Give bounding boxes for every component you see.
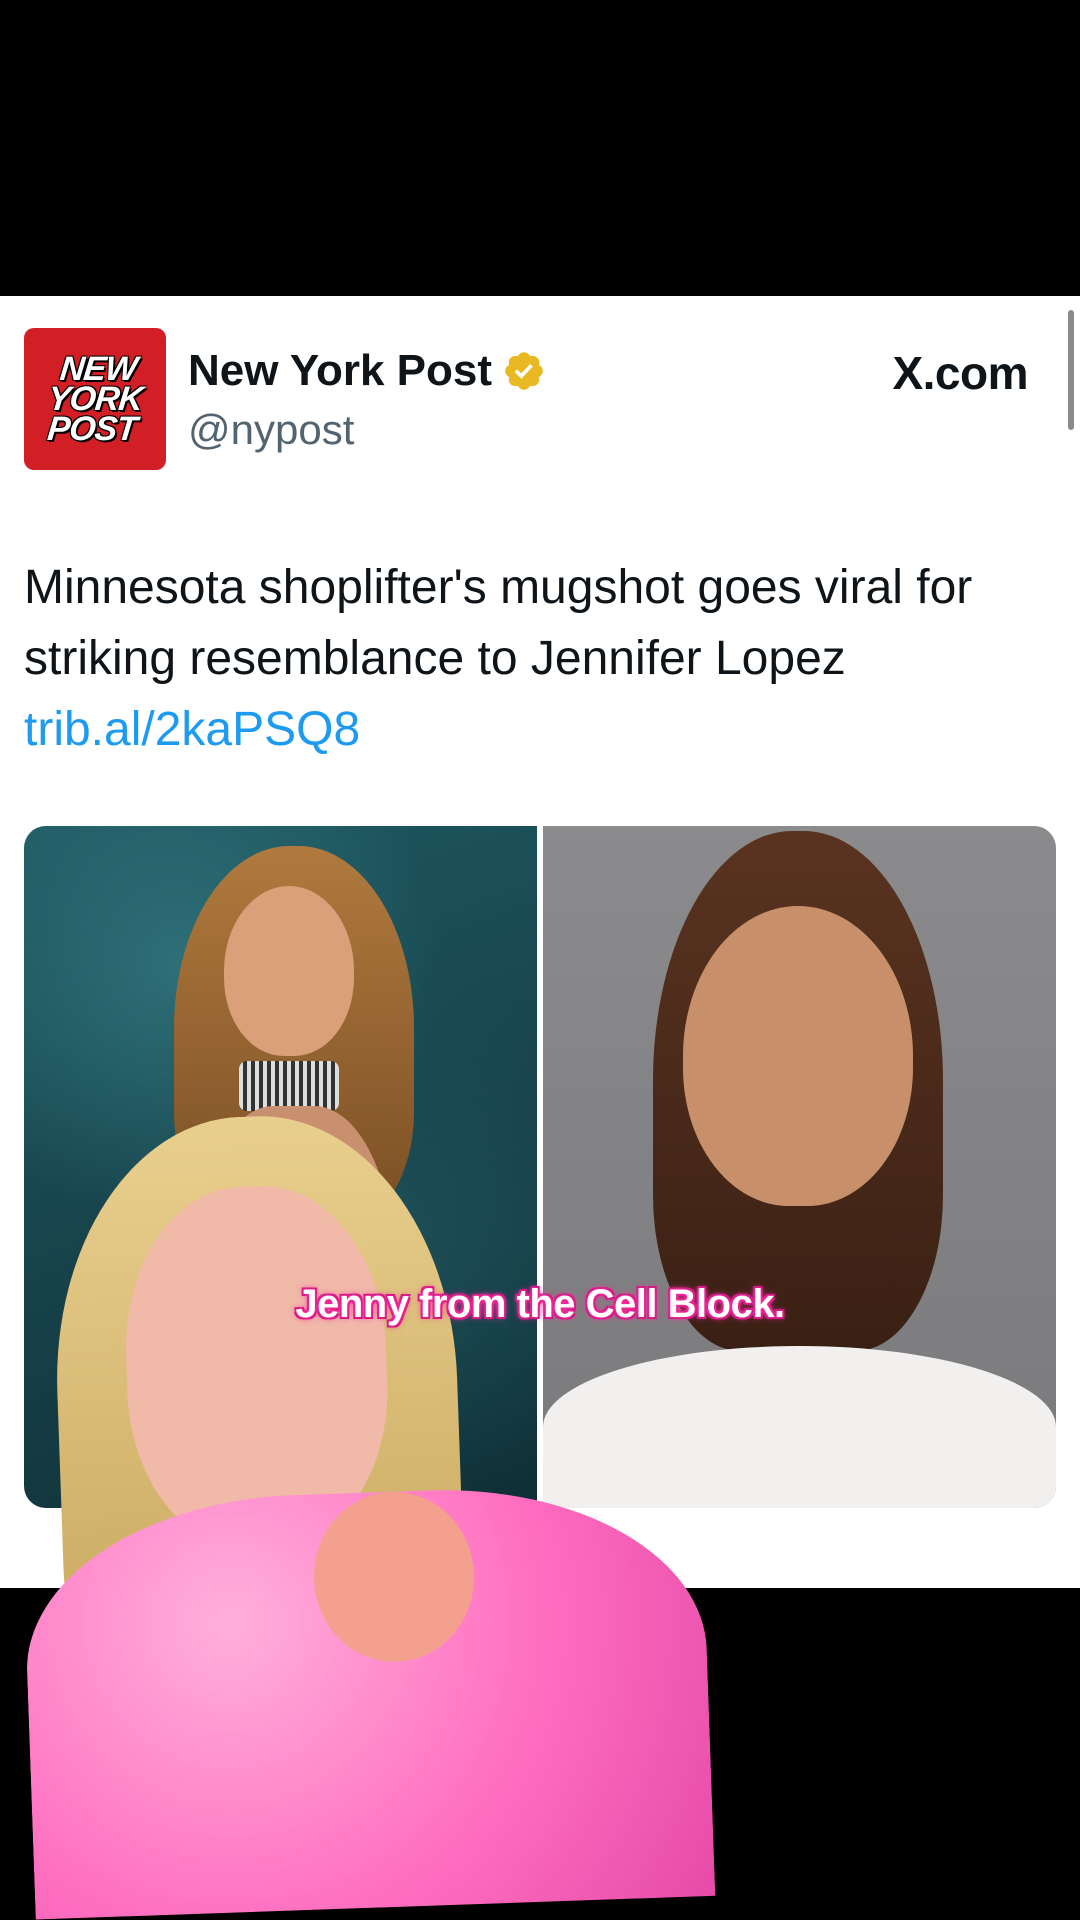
face-shape: [224, 886, 354, 1056]
tweet-text: Minnesota shoplifter's mugshot goes vira…: [24, 561, 973, 685]
avatar[interactable]: NEW YORK POST: [24, 328, 166, 470]
choker-shape: [239, 1061, 339, 1111]
creator-overlay: [8, 1101, 716, 1920]
x-brand-label: X.com: [892, 347, 1028, 399]
video-caption: Jenny from the Cell Block.: [295, 1282, 785, 1326]
author-row: New York Post: [188, 346, 546, 396]
tweet-link[interactable]: trib.al/2kaPSQ8: [24, 694, 1044, 765]
user-handle[interactable]: @nypost: [188, 406, 354, 454]
verified-badge-icon: [505, 352, 543, 390]
face-shape: [683, 906, 913, 1206]
nypost-logo: NEW YORK POST: [45, 350, 145, 448]
display-name[interactable]: New York Post: [188, 346, 492, 396]
scrollbar[interactable]: [1068, 310, 1074, 430]
video-frame: NEW YORK POST New York Post @nypost X.com …: [0, 0, 1080, 1920]
tweet-body: Minnesota shoplifter's mugshot goes vira…: [24, 552, 1044, 765]
